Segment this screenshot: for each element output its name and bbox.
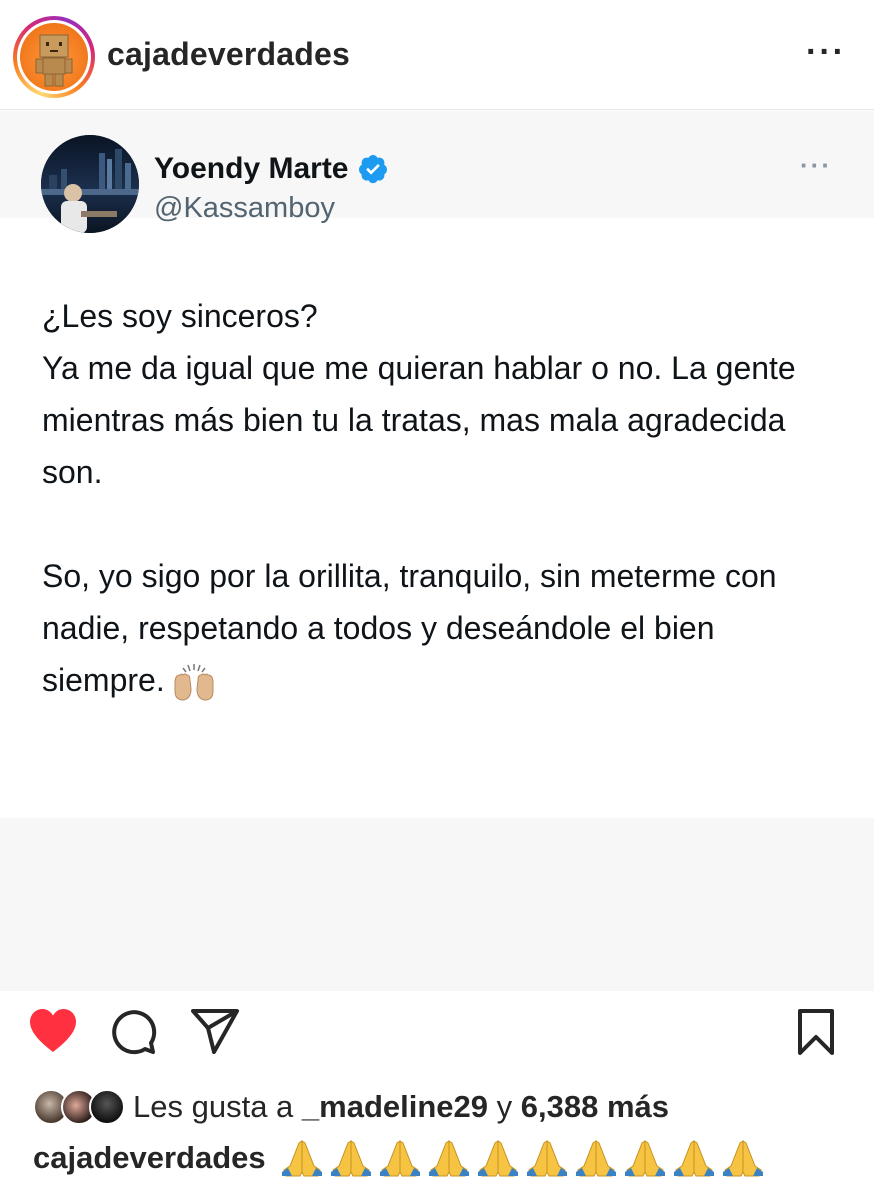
folded-hands-emoji-icon (330, 1140, 371, 1177)
tweet-author-avatar (41, 135, 139, 233)
action-bar (0, 990, 874, 1076)
caption-emojis (278, 1138, 768, 1178)
folded-hands-emoji-icon (526, 1140, 567, 1177)
folded-hands-emoji-icon (428, 1140, 469, 1177)
likes-prefix: Les gusta a (133, 1089, 294, 1124)
tweet-display-name[interactable]: Yoendy Marte (154, 152, 349, 186)
folded-hands-emoji-icon (379, 1140, 420, 1177)
caption-username[interactable]: cajadeverdades (33, 1140, 266, 1176)
tweet-paragraph-1: Ya me da igual que me quieran hablar o n… (42, 350, 796, 490)
tweet-text: ¿Les soy sinceros? Ya me da igual que me… (42, 290, 842, 706)
box-character-icon (35, 34, 73, 87)
story-ring[interactable] (13, 16, 95, 98)
post-header: cajadeverdades ··· (0, 0, 874, 110)
tweet-paragraph-2: So, yo sigo por la orillita, tranquilo, … (42, 550, 842, 706)
heart-icon[interactable] (28, 1008, 78, 1054)
header-username[interactable]: cajadeverdades (107, 36, 350, 73)
likes-count[interactable]: 6,388 más (521, 1089, 669, 1125)
tweet-handle[interactable]: @Kassamboy (154, 192, 335, 225)
folded-hands-emoji-icon (624, 1140, 665, 1177)
folded-hands-emoji-icon (575, 1140, 616, 1177)
likes-summary[interactable]: Les gusta a _madeline29 y 6,388 más (33, 1087, 669, 1127)
folded-hands-emoji-icon (673, 1140, 714, 1177)
folded-hands-emoji-icon (722, 1140, 763, 1177)
folded-hands-emoji-icon (477, 1140, 518, 1177)
bookmark-icon[interactable] (796, 1008, 836, 1056)
tweet-line-1: ¿Les soy sinceros? (42, 298, 318, 334)
raising-hands-emoji-icon (174, 663, 214, 701)
folded-hands-emoji-icon (281, 1140, 322, 1177)
paper-plane-icon[interactable] (190, 1008, 240, 1056)
verified-badge-icon (358, 155, 387, 184)
liker-avatars (33, 1087, 125, 1127)
likes-joiner: y (496, 1089, 513, 1124)
liker-username[interactable]: _madeline29 (302, 1089, 488, 1125)
tweet-author-row: Yoendy Marte (154, 152, 389, 186)
more-horizontal-icon[interactable]: ··· (806, 35, 846, 69)
tweet-more-icon: ··· (800, 150, 832, 180)
profile-avatar[interactable] (20, 23, 88, 91)
caption: cajadeverdades (33, 1138, 768, 1178)
comment-icon[interactable] (109, 1008, 157, 1056)
avatar (89, 1089, 125, 1125)
